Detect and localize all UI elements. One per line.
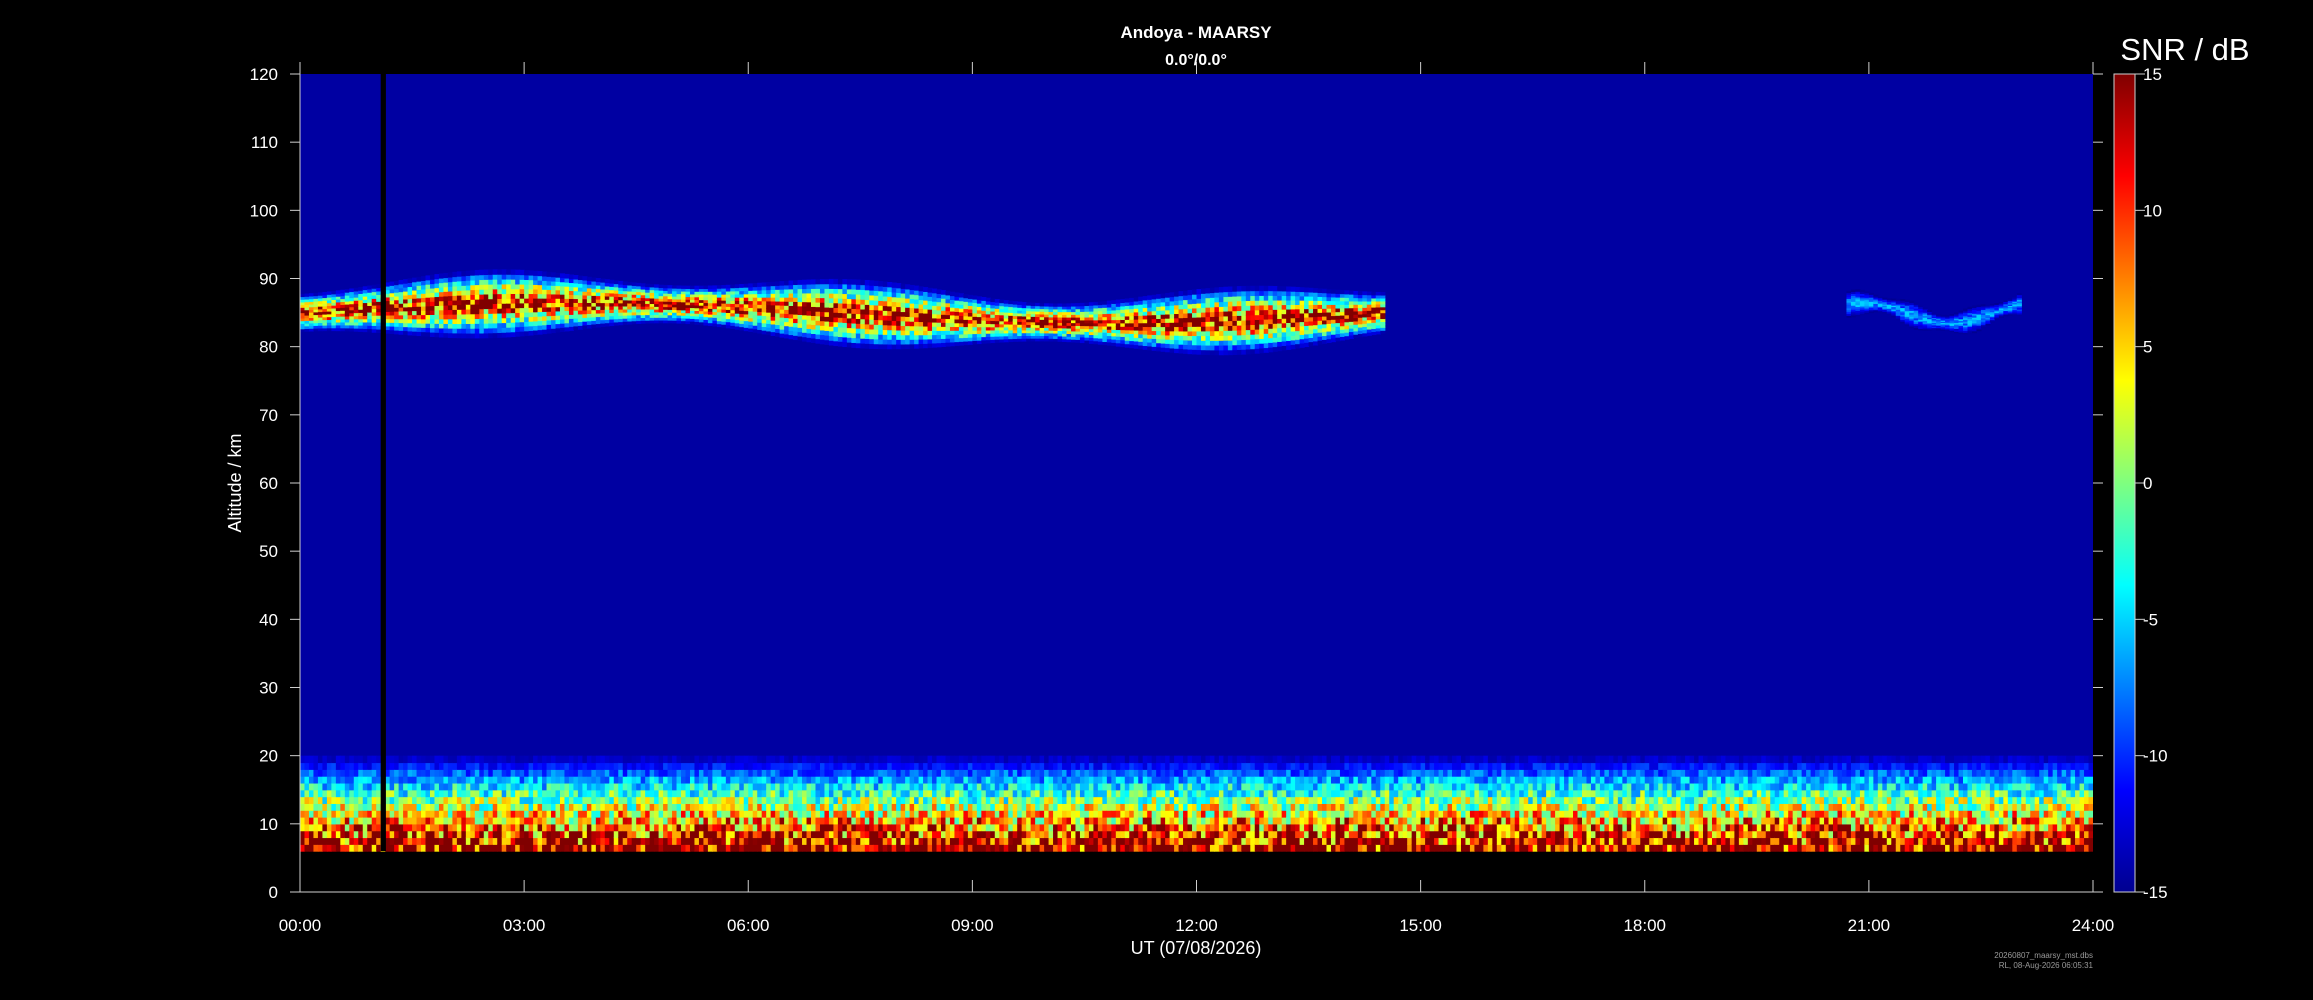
- y-tick-label: 30: [259, 679, 278, 698]
- colorbar-tick-label: 5: [2143, 338, 2152, 357]
- snr-heatmap: [300, 74, 2093, 852]
- x-tick-label: 00:00: [279, 916, 322, 935]
- y-tick-label: 90: [259, 270, 278, 289]
- figure: Andoya - MAARSY 0.0°/0.0° 00:00 03:00 06:0…: [225, 23, 2250, 970]
- colorbar: [2113, 73, 2136, 893]
- x-tick-label: 09:00: [951, 916, 994, 935]
- x-axis-label: UT (07/08/2026): [1131, 938, 1262, 958]
- x-tick-label: 21:00: [1848, 916, 1891, 935]
- footer-filename: 20260807_maarsy_mst.dbs: [1994, 951, 2093, 960]
- data-gap: [380, 74, 386, 852]
- colorbar-tick-label: -5: [2143, 610, 2158, 629]
- heatmap-background: [300, 74, 2093, 852]
- colorbar-tick-label: 10: [2143, 201, 2162, 220]
- y-tick-label: 80: [259, 338, 278, 357]
- y-tick-label: 110: [251, 133, 278, 152]
- y-tick-label: 120: [250, 65, 278, 84]
- colorbar-tick-label: 15: [2143, 65, 2162, 84]
- y-tick-label: 60: [259, 474, 278, 493]
- feature-tropospheric-echoes: [300, 755, 2093, 852]
- y-tick-label: 70: [259, 406, 278, 425]
- colorbar-tick-label: 0: [2143, 474, 2152, 493]
- y-axis-label: Altitude / km: [225, 433, 245, 532]
- x-tick-label: 24:00: [2072, 916, 2115, 935]
- x-tick-label: 12:00: [1175, 916, 1218, 935]
- footer-timestamp: RL, 08-Aug-2026 06:05:31: [1999, 961, 2094, 970]
- colorbar-label: SNR / dB: [2120, 32, 2249, 67]
- x-tick-label: 15:00: [1399, 916, 1442, 935]
- colorbar-ticks: 15 10 5 0 -5 -10 -15: [2135, 65, 2168, 902]
- x-tick-label: 06:00: [727, 916, 770, 935]
- colorbar-tick-label: -10: [2143, 747, 2168, 766]
- y-tick-label: 0: [269, 883, 278, 902]
- y-tick-label: 100: [250, 201, 278, 220]
- x-tick-label: 03:00: [503, 916, 546, 935]
- y-tick-label: 50: [259, 542, 278, 561]
- y-tick-label: 20: [259, 747, 278, 766]
- y-tick-label: 40: [259, 610, 278, 629]
- x-tick-label: 18:00: [1623, 916, 1666, 935]
- y-tick-label: 10: [259, 815, 278, 834]
- chart-title: Andoya - MAARSY: [1120, 23, 1272, 42]
- colorbar-tick-label: -15: [2143, 883, 2168, 902]
